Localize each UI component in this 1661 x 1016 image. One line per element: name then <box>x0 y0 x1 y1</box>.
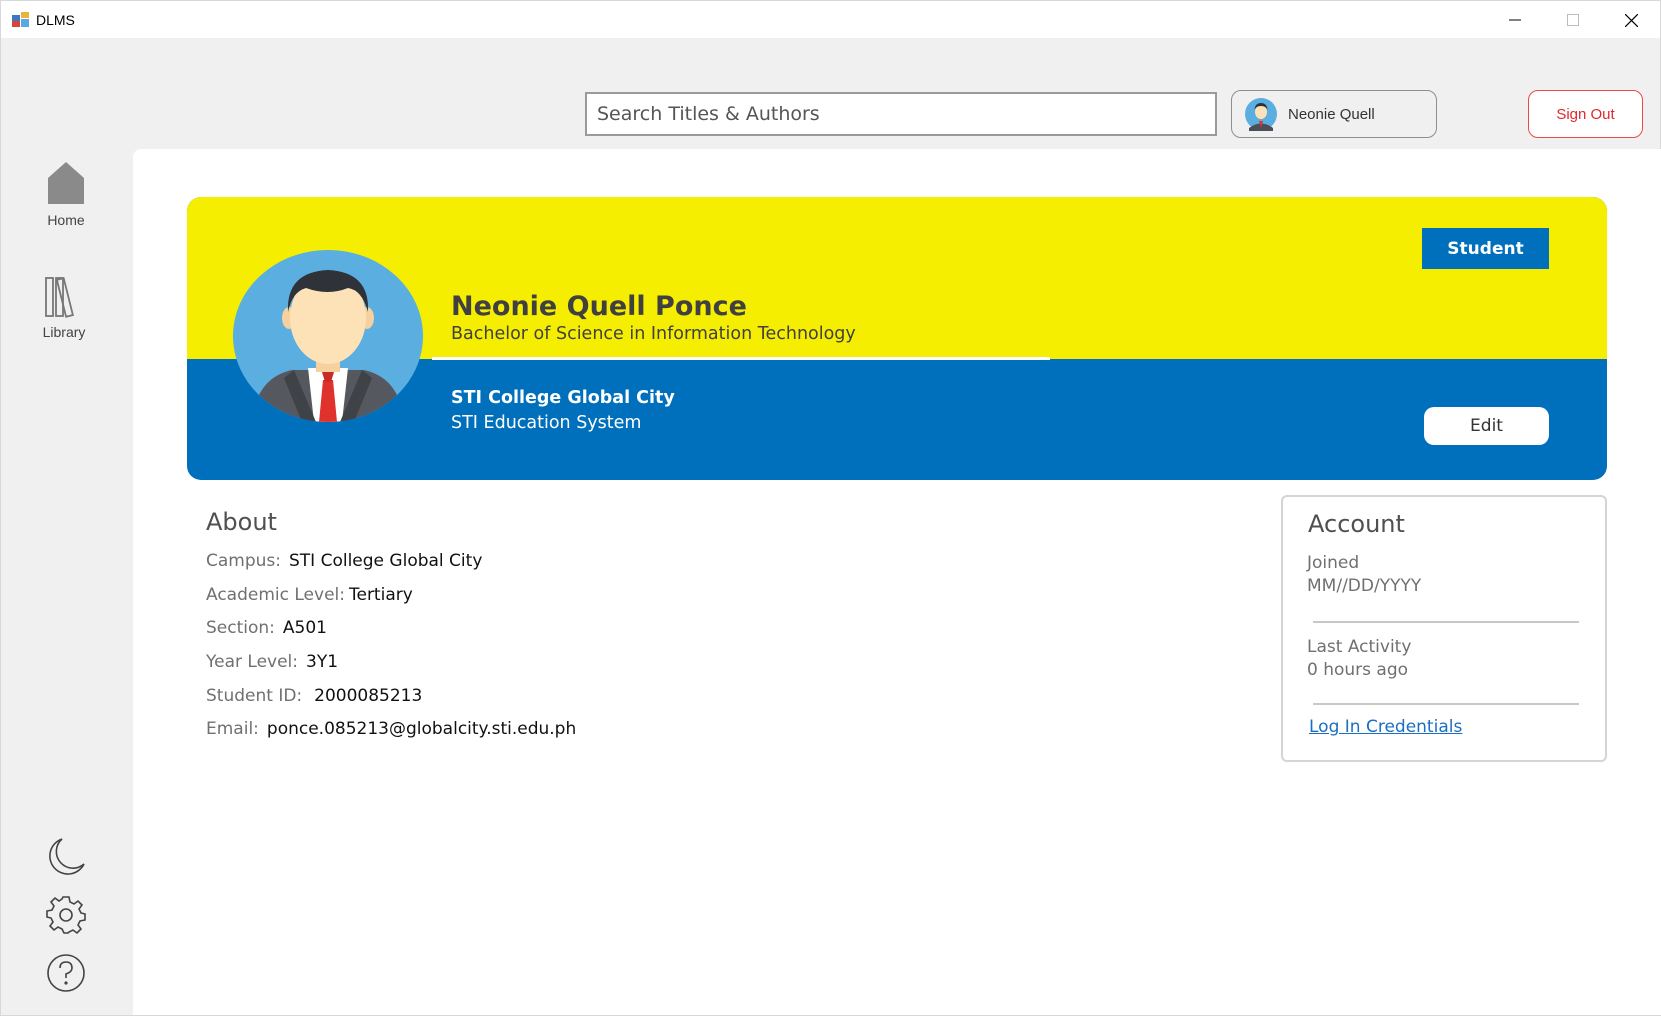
window-title: DLMS <box>36 12 75 28</box>
about-label: Academic Level: <box>206 585 345 605</box>
avatar-icon <box>1245 98 1277 131</box>
about-row-section: Section: A501 <box>206 618 327 638</box>
about-heading: About <box>206 508 277 536</box>
about-row-year-level: Year Level: 3Y1 <box>206 652 338 672</box>
app-window: Neonie Quell Sign Out Home Library <box>0 38 1661 1016</box>
about-row-academic-level: Academic Level: Tertiary <box>206 585 413 605</box>
about-value: 3Y1 <box>306 652 339 672</box>
gear-icon <box>46 896 86 935</box>
close-icon <box>1624 13 1638 27</box>
user-profile-button[interactable]: Neonie Quell <box>1231 90 1437 138</box>
account-panel: Account Joined MM//DD/YYYY Last Activity… <box>1281 495 1607 762</box>
role-badge: Student <box>1422 228 1549 269</box>
help-icon <box>47 954 85 992</box>
about-value: 2000085213 <box>314 686 423 706</box>
dark-mode-button[interactable] <box>41 832 91 882</box>
moon-icon <box>49 838 85 875</box>
user-name: Neonie Quell <box>1288 105 1375 123</box>
about-label: Student ID: <box>206 686 303 706</box>
login-credentials-link[interactable]: Log In Credentials <box>1309 717 1462 737</box>
about-value: STI College Global City <box>289 551 483 571</box>
minimize-button[interactable] <box>1486 1 1544 39</box>
last-activity-value: 0 hours ago <box>1307 660 1409 680</box>
joined-value: MM//DD/YYYY <box>1307 576 1422 596</box>
library-icon <box>45 277 74 318</box>
banner-divider <box>432 357 1050 360</box>
profile-school: STI College Global City <box>451 388 675 408</box>
about-value: ponce.085213@globalcity.sti.edu.ph <box>266 719 577 739</box>
profile-full-name: Neonie Quell Ponce <box>451 291 747 322</box>
minimize-icon <box>1509 19 1521 21</box>
maximize-icon <box>1567 14 1579 26</box>
about-label: Email: <box>206 719 259 739</box>
edit-profile-button[interactable]: Edit <box>1424 407 1549 445</box>
about-label: Campus: <box>206 551 281 571</box>
about-label: Year Level: <box>206 652 298 672</box>
settings-button[interactable] <box>41 890 91 940</box>
close-button[interactable] <box>1602 1 1660 39</box>
account-divider <box>1313 621 1579 623</box>
about-value: Tertiary <box>348 585 413 605</box>
profile-avatar-icon <box>233 250 423 422</box>
profile-program: Bachelor of Science in Information Techn… <box>451 324 856 344</box>
maximize-button[interactable] <box>1544 1 1602 39</box>
sidebar-item-label: Home <box>47 212 85 228</box>
app-icon <box>12 12 29 27</box>
search-input[interactable] <box>585 92 1217 136</box>
sidebar-item-label: Library <box>42 324 86 340</box>
title-bar: DLMS <box>0 0 1661 38</box>
sign-out-button[interactable]: Sign Out <box>1528 90 1643 138</box>
about-row-student-id: Student ID: 2000085213 <box>206 686 422 706</box>
account-heading: Account <box>1308 510 1405 538</box>
help-button[interactable] <box>41 948 91 998</box>
main-panel: Neonie Quell Ponce Bachelor of Science i… <box>133 149 1661 1015</box>
joined-label: Joined <box>1307 553 1360 573</box>
about-row-email: Email: ponce.085213@globalcity.sti.edu.ph <box>206 719 576 739</box>
about-value: A501 <box>282 618 327 638</box>
account-divider <box>1313 703 1579 705</box>
about-row-campus: Campus: STI College Global City <box>206 551 482 571</box>
sidebar-item-home[interactable]: Home <box>31 160 101 228</box>
last-activity-label: Last Activity <box>1307 637 1412 657</box>
profile-card: Neonie Quell Ponce Bachelor of Science i… <box>187 197 1607 480</box>
profile-school-system: STI Education System <box>451 413 642 433</box>
home-icon <box>48 162 84 204</box>
sidebar-item-library[interactable]: Library <box>29 276 99 340</box>
about-label: Section: <box>206 618 275 638</box>
